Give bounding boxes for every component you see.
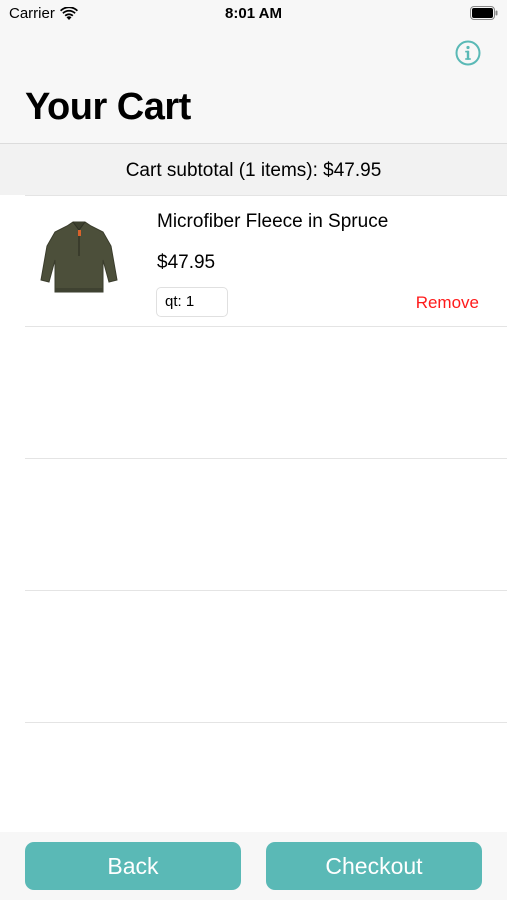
subtotal-bar: Cart subtotal (1 items): $47.95 xyxy=(0,143,507,195)
empty-row xyxy=(25,327,507,459)
quantity-field[interactable]: qt: 1 xyxy=(156,287,228,317)
remove-button[interactable]: Remove xyxy=(416,293,479,313)
product-name: Microfiber Fleece in Spruce xyxy=(157,211,389,232)
empty-row xyxy=(25,591,507,723)
cart-list: Microfiber Fleece in Spruce $47.95 qt: 1… xyxy=(0,195,507,723)
info-circle-icon[interactable] xyxy=(455,40,481,66)
product-image xyxy=(40,221,118,293)
status-time: 8:01 AM xyxy=(225,5,282,22)
battery-icon xyxy=(470,6,498,20)
page-title: Your Cart xyxy=(25,86,191,128)
checkout-button[interactable]: Checkout xyxy=(266,842,482,890)
empty-row xyxy=(25,459,507,591)
product-price: $47.95 xyxy=(157,252,216,273)
cart-subtotal: Cart subtotal (1 items): $47.95 xyxy=(125,160,382,181)
status-bar: Carrier 8:01 AM xyxy=(0,0,507,30)
bottom-toolbar: Back Checkout xyxy=(0,832,507,900)
back-button[interactable]: Back xyxy=(25,842,241,890)
cart-item-row: Microfiber Fleece in Spruce $47.95 qt: 1… xyxy=(25,195,507,327)
